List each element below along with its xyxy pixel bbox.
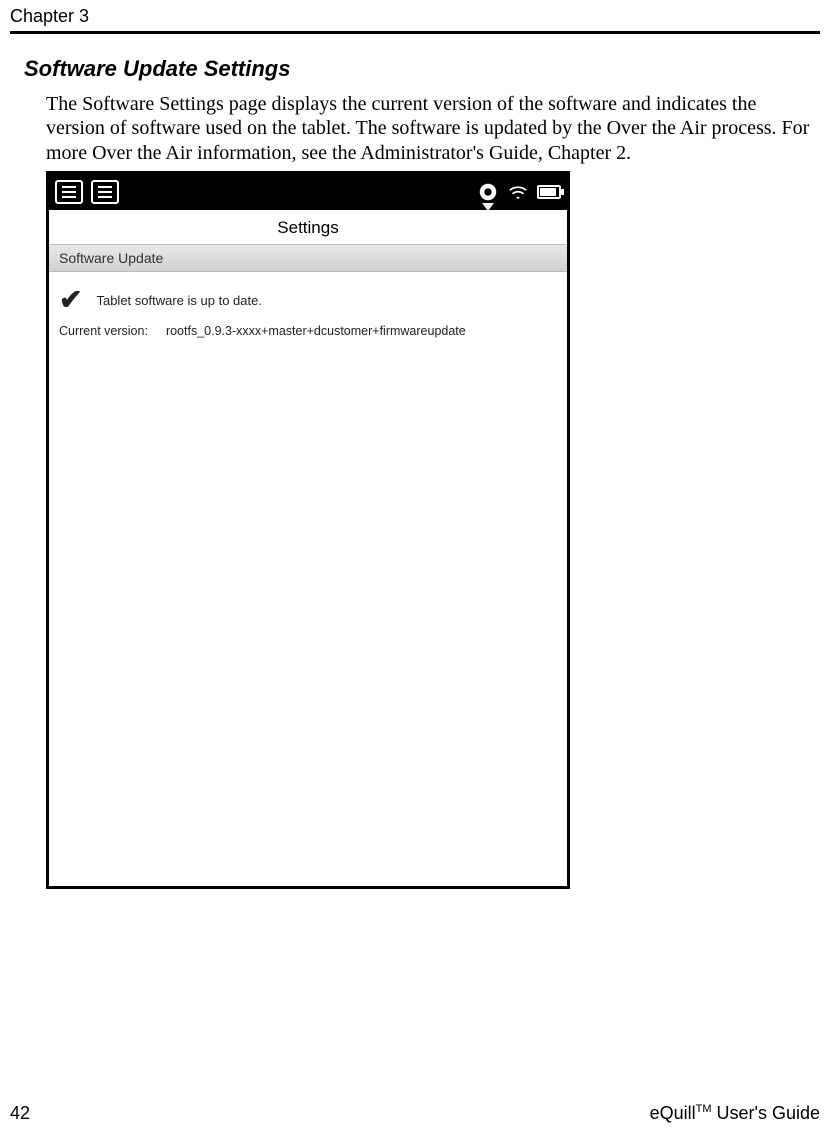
settings-icon[interactable] <box>477 181 499 203</box>
section-body: The Software Settings page displays the … <box>46 92 818 165</box>
status-text: Tablet software is up to date. <box>96 293 261 308</box>
panel-header-software-update: Software Update <box>49 244 567 272</box>
list-icon[interactable] <box>91 180 119 204</box>
wifi-icon <box>507 183 529 201</box>
section-title: Software Update Settings <box>24 56 820 82</box>
chapter-label: Chapter 3 <box>10 6 820 34</box>
embedded-screenshot: Settings Software Update ✔ Tablet softwa… <box>46 171 570 889</box>
version-value: rootfs_0.9.3-xxxx+master+dcustomer+firmw… <box>166 324 466 338</box>
panel-content: ✔ Tablet software is up to date. Current… <box>49 272 567 352</box>
check-icon: ✔ <box>59 286 82 314</box>
menu-icon[interactable] <box>55 180 83 204</box>
page-number: 42 <box>10 1103 30 1124</box>
status-bar <box>49 174 567 210</box>
page-footer: 42 eQuillTM User's Guide <box>10 1103 820 1124</box>
trademark: TM <box>696 1103 712 1115</box>
screen-title: Settings <box>49 210 567 244</box>
version-label: Current version: <box>59 324 148 338</box>
guide-title: eQuillTM User's Guide <box>650 1103 820 1124</box>
battery-icon <box>537 185 561 199</box>
guide-suffix: User's Guide <box>712 1103 820 1123</box>
guide-prefix: eQuill <box>650 1103 696 1123</box>
